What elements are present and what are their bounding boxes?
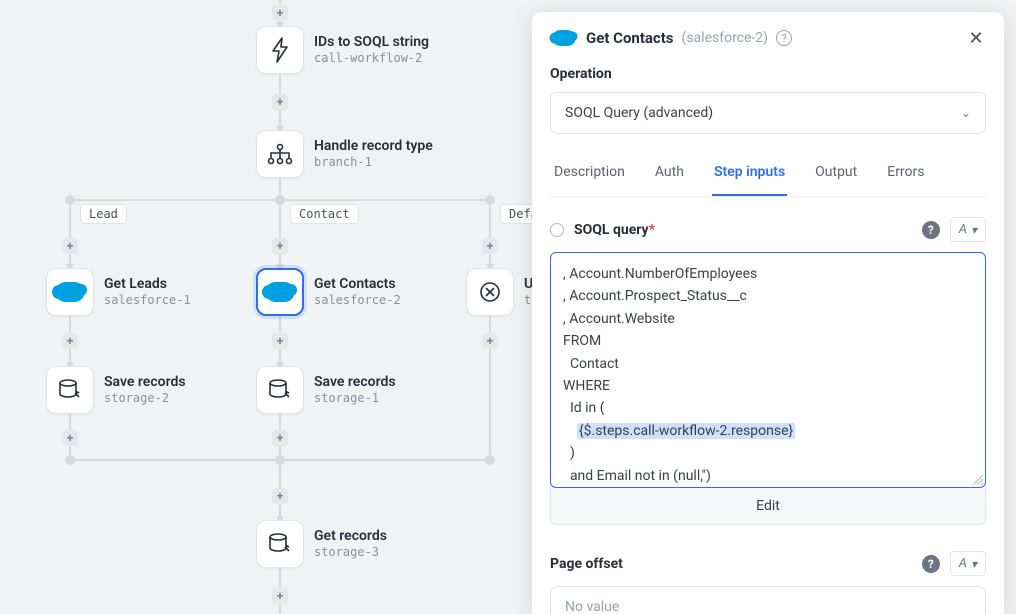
node-save-records-center[interactable]: Save records storage-1 xyxy=(256,366,396,414)
node-icon-box xyxy=(256,268,304,316)
node-icon-box xyxy=(256,130,304,178)
help-icon[interactable]: ? xyxy=(776,30,792,46)
storage-icon xyxy=(267,532,293,556)
operation-label: Operation xyxy=(550,66,986,82)
add-step-icon[interactable]: + xyxy=(272,430,288,446)
node-save-records-left[interactable]: Save records storage-2 xyxy=(46,366,186,414)
add-step-icon[interactable]: + xyxy=(272,94,288,110)
soql-query-textarea[interactable]: , Account.NumberOfEmployees, Account.Pro… xyxy=(550,252,986,488)
tab-errors[interactable]: Errors xyxy=(885,152,926,196)
branch-junction xyxy=(65,195,75,205)
operation-value: SOQL Query (advanced) xyxy=(565,105,713,121)
lightning-icon xyxy=(269,37,291,63)
node-icon-box xyxy=(46,366,94,414)
x-circle-icon xyxy=(478,280,502,304)
node-icon-box xyxy=(256,520,304,568)
panel-tabs: Description Auth Step inputs Output Erro… xyxy=(550,152,986,197)
node-title: Get Leads xyxy=(104,275,191,293)
storage-icon xyxy=(57,378,83,402)
add-step-icon[interactable]: + xyxy=(62,430,78,446)
branch-junction xyxy=(275,195,285,205)
page-offset-label: Page offset xyxy=(550,556,623,572)
salesforce-icon xyxy=(266,282,294,302)
node-ids-to-soql[interactable]: IDs to SOQL string call-workflow-2 xyxy=(256,26,429,74)
branch-label-contact[interactable]: Contact xyxy=(290,204,359,224)
salesforce-icon xyxy=(553,30,575,46)
node-subtitle: storage-2 xyxy=(104,391,186,407)
field-radio[interactable] xyxy=(550,223,564,237)
panel-header: Get Contacts (salesforce-2) ? ✕ xyxy=(532,12,1004,62)
node-subtitle: storage-3 xyxy=(314,545,387,561)
step-config-panel: Get Contacts (salesforce-2) ? ✕ Operatio… xyxy=(532,12,1004,614)
tab-output[interactable]: Output xyxy=(813,152,859,196)
page-offset-input[interactable]: No value xyxy=(550,586,986,614)
node-icon-box xyxy=(466,268,514,316)
node-title: Save records xyxy=(104,373,186,391)
add-step-icon[interactable]: + xyxy=(272,238,288,254)
node-get-leads[interactable]: Get Leads salesforce-1 xyxy=(46,268,191,316)
node-terminate[interactable]: U t xyxy=(466,268,533,316)
node-title: Get records xyxy=(314,527,387,545)
chevron-down-icon: ⌄ xyxy=(961,106,971,120)
add-step-icon[interactable]: + xyxy=(272,5,288,21)
add-step-icon[interactable]: + xyxy=(482,238,498,254)
node-handle-record-type[interactable]: Handle record type branch-1 xyxy=(256,130,433,178)
branch-junction xyxy=(485,195,495,205)
node-subtitle: branch-1 xyxy=(314,155,433,171)
add-step-icon[interactable]: + xyxy=(272,333,288,349)
node-subtitle: salesforce-1 xyxy=(104,293,191,309)
branch-junction xyxy=(485,455,495,465)
node-subtitle: call-workflow-2 xyxy=(314,51,429,67)
node-subtitle: salesforce-2 xyxy=(314,293,401,309)
help-icon[interactable]: ? xyxy=(922,555,940,573)
tab-auth[interactable]: Auth xyxy=(653,152,686,196)
type-selector-button[interactable]: A ▾ xyxy=(950,551,986,576)
node-title: Get Contacts xyxy=(314,275,401,293)
branch-label-lead[interactable]: Lead xyxy=(80,204,127,224)
node-subtitle: storage-1 xyxy=(314,391,396,407)
branch-junction xyxy=(65,455,75,465)
add-step-icon[interactable]: + xyxy=(62,238,78,254)
branch-icon xyxy=(267,143,293,165)
node-icon-box xyxy=(256,366,304,414)
node-title: IDs to SOQL string xyxy=(314,33,429,51)
add-step-icon[interactable]: + xyxy=(272,588,288,604)
node-icon-box xyxy=(46,268,94,316)
storage-icon xyxy=(267,378,293,402)
type-selector-button[interactable]: A ▾ xyxy=(950,217,986,242)
soql-query-label: SOQL query* xyxy=(574,222,655,238)
panel-step-id: (salesforce-2) xyxy=(682,30,769,46)
edit-button[interactable]: Edit xyxy=(550,488,986,525)
node-get-contacts[interactable]: Get Contacts salesforce-2 xyxy=(256,268,401,316)
tab-step-inputs[interactable]: Step inputs xyxy=(712,152,787,196)
add-step-icon[interactable]: + xyxy=(62,333,78,349)
close-button[interactable]: ✕ xyxy=(966,28,986,48)
node-title: Handle record type xyxy=(314,137,433,155)
tab-description[interactable]: Description xyxy=(552,152,627,196)
add-step-icon[interactable]: + xyxy=(272,488,288,504)
help-icon[interactable]: ? xyxy=(922,221,940,239)
node-icon-box xyxy=(256,26,304,74)
resize-handle-icon[interactable] xyxy=(973,475,983,485)
branch-junction xyxy=(275,455,285,465)
panel-title: Get Contacts xyxy=(586,29,674,47)
node-title: Save records xyxy=(314,373,396,391)
salesforce-icon xyxy=(56,282,84,302)
add-step-icon[interactable]: + xyxy=(482,333,498,349)
node-get-records[interactable]: Get records storage-3 xyxy=(256,520,387,568)
operation-select[interactable]: SOQL Query (advanced) ⌄ xyxy=(550,92,986,134)
